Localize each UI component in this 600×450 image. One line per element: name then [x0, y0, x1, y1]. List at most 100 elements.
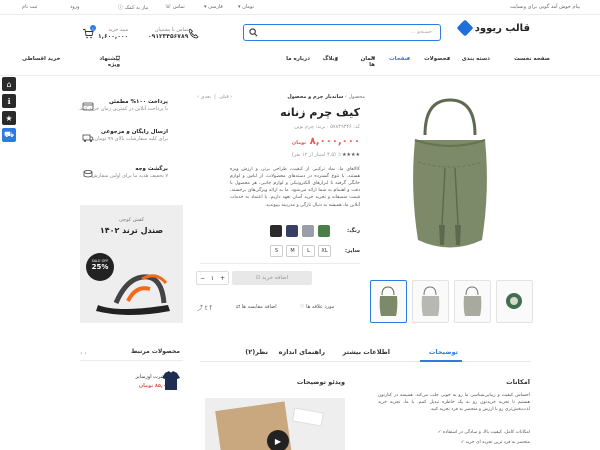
nav-item-categories[interactable]: دسته بندی [462, 56, 490, 62]
compare-link[interactable]: اضافه مقایسه ها ⇄ [236, 304, 277, 310]
thumbnail-4[interactable] [496, 280, 533, 323]
next-link[interactable]: بعدی › [197, 94, 211, 100]
share-icons: tf⤴ [197, 303, 214, 312]
thumbnail-2[interactable] [412, 280, 449, 323]
prev-link[interactable]: ‹ قبلی [219, 94, 232, 100]
tag-icon: ⛉ [115, 56, 120, 62]
cart-total: ۱,۶۰۰,۰۰۰ [98, 33, 129, 40]
thumbnail-3[interactable] [454, 280, 491, 323]
color-label: رنگ: [346, 228, 360, 234]
tab-description[interactable]: توضیحات [429, 348, 458, 356]
video-title: ویدئو توضیحات [296, 378, 345, 386]
size-option-xl[interactable]: XL [318, 245, 331, 257]
welcome-text: پیام خوش آمد گویی برای وبسایت [509, 4, 580, 10]
product-description: کالاهای ما، نماد ترکیبی از کیفیت، طراحی … [230, 167, 360, 208]
coins-icon [83, 170, 93, 178]
star-tool-icon[interactable]: ★ [2, 111, 16, 125]
home-tool-icon[interactable]: ⌂ [2, 77, 16, 91]
increase-button[interactable]: + [220, 275, 225, 282]
size-option-m[interactable]: M [286, 245, 299, 257]
promo-banner[interactable]: کفش کوچی صندل ترند ۱۴۰۲ SALE OFF 25% [80, 205, 183, 323]
logo-icon [456, 19, 474, 37]
register-link[interactable]: ثبت نام [22, 4, 37, 10]
quantity-stepper[interactable]: + ۱ − [196, 271, 229, 285]
quantity-value: ۱ [210, 274, 215, 282]
card-image [292, 407, 324, 427]
related-title: محصولات مرتبط [131, 348, 180, 355]
color-swatch-gray[interactable] [302, 225, 314, 237]
wishlist-link[interactable]: مورد علاقه ها ♡ [300, 304, 334, 310]
cart-block[interactable]: سبد خرید ۱,۶۰۰,۰۰۰ [98, 27, 128, 40]
product-price: ۸,۰۰۰,۰۰۰ تومان [291, 136, 360, 147]
size-label: سایز: [344, 248, 360, 254]
product-main-image[interactable] [370, 80, 530, 276]
support-phone: ۰۹۱۲۳۴۵۶۷۸۹ [148, 33, 189, 40]
rating-text: (۴.۵ امتیاز از ۱۲ نفر) [291, 152, 336, 158]
truck-icon [82, 134, 94, 142]
related-nav-arrows[interactable]: ‹ › [80, 350, 87, 357]
cart-count-badge: ۱ [90, 25, 96, 31]
info-tool-icon[interactable]: ℹ [2, 94, 16, 108]
product-meta: کد: ۵۷۸۴۹۳۴۶ · برند: چرم نوین [294, 124, 360, 130]
phone-icon [188, 28, 199, 39]
nav-item-products[interactable]: محصولات ▾ [424, 56, 450, 62]
tab-size-guide[interactable]: راهنمای اندازه [279, 348, 325, 356]
banner-line1: کفش کوچی [118, 217, 145, 223]
features-bullet: متحصر به فرد ترین تجربه ای خرید ✓ [460, 440, 530, 445]
breadcrumb: محصول › ساندبار چرم و محصول [287, 94, 365, 100]
tab-reviews[interactable]: نظر(۲) [245, 348, 268, 356]
top-bar: پیام خوش آمد گویی برای وبسایت تومان ▾ فا… [0, 0, 600, 14]
facebook-icon[interactable]: f [209, 305, 213, 312]
bag-image [413, 98, 487, 248]
tab-more-info[interactable]: اطلاعات بیشتر [343, 348, 390, 356]
check-icon: ✓ [460, 440, 465, 445]
support-block[interactable]: تماس با پشتیبان ۰۹۱۲۳۴۵۶۷۸۹ [148, 27, 188, 40]
color-swatch-black[interactable] [270, 225, 282, 237]
play-icon[interactable]: ▶ [267, 430, 289, 450]
language-select[interactable]: فارسی ▾ [204, 4, 223, 10]
product-tabs: توضیحات اطلاعات بیشتر راهنمای اندازه نظر… [200, 342, 530, 362]
nav-installment[interactable]: خرید اقساطی [22, 56, 60, 62]
rating-stars-icon: ★★★★☆ [337, 152, 360, 158]
page: پیام خوش آمد گویی برای وبسایت تومان ▾ فا… [0, 0, 600, 450]
help-link[interactable]: نیاز به کمک ⓘ [118, 4, 148, 11]
currency-select[interactable]: تومان ▾ [238, 4, 254, 10]
tshirt-image [162, 371, 180, 390]
video-player[interactable]: ▶ [205, 398, 345, 450]
product-brand: برند: چرم نوین [294, 124, 326, 130]
features-title: امکانات [506, 378, 530, 386]
nav-item-about[interactable]: درباره ما [286, 56, 310, 62]
share-icon[interactable]: ⤴ [197, 305, 205, 312]
banner-line2: صندل ترند ۱۴۰۲ [99, 226, 164, 235]
product-pager: ‹ قبلی | بعدی › [197, 94, 233, 100]
thumbnail-1[interactable] [370, 280, 407, 323]
search-input[interactable]: جستجو ... [411, 29, 432, 35]
features-bullet: امکانات کامل، کیفیت بالا، و سادگی در است… [437, 430, 530, 435]
search-icon[interactable] [249, 28, 258, 37]
breadcrumb-item[interactable]: محصول [349, 94, 365, 100]
color-swatch-navy[interactable] [286, 225, 298, 237]
nav-item-blog[interactable]: وبلاگ ▾ [323, 56, 338, 62]
product-title: کیف چرم زنانه [280, 106, 360, 119]
breadcrumb-item[interactable]: ساندبار چرم و محصول [287, 94, 343, 100]
check-icon: ✓ [437, 430, 442, 435]
decrease-button[interactable]: − [200, 275, 205, 282]
logo[interactable]: قالب ریوود [456, 19, 530, 37]
nav-item-elements[interactable]: المان ها ▾ [361, 56, 375, 68]
sandal-image [96, 274, 170, 315]
rating-row: ★★★★☆ (۴.۵ امتیاز از ۱۲ نفر) [292, 152, 360, 158]
add-to-cart-button[interactable]: اضافه خرید ⊡ [232, 271, 312, 285]
color-swatch-green[interactable] [318, 225, 330, 237]
nav-item-home[interactable]: صفحه نخست [514, 56, 550, 62]
cart-tool-icon[interactable]: ⛟ [2, 128, 16, 142]
size-option-l[interactable]: L [302, 245, 315, 257]
nav-item-pages[interactable]: صفحات ▾ [389, 56, 410, 62]
main-nav: صفحه نخست دسته بندی محصولات ▾ صفحات ▾ ال… [22, 56, 550, 68]
features-text: احساس کیفیت و زیبایی‌شناسی ما رو به خوبی… [378, 393, 530, 412]
contact-link[interactable]: تماس ☏ [165, 4, 185, 10]
login-link[interactable]: ورود [70, 4, 79, 10]
search-box[interactable]: جستجو ... [243, 24, 441, 41]
card-icon [82, 102, 94, 111]
size-option-s[interactable]: S [270, 245, 283, 257]
logo-text: قالب ریوود [474, 22, 530, 34]
